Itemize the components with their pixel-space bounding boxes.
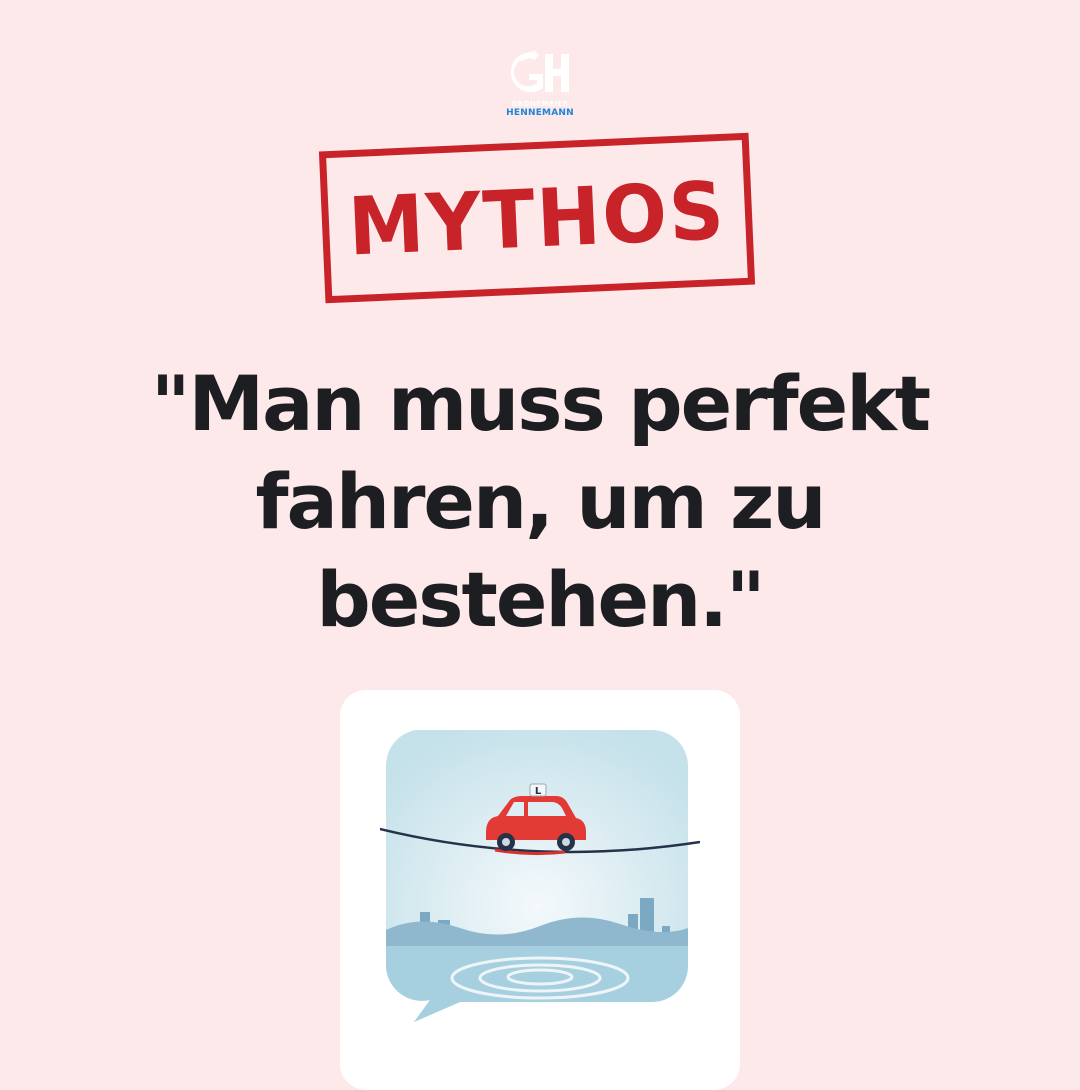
illustration-card: L: [340, 690, 740, 1090]
quote-line-3: bestehen.": [316, 555, 765, 644]
tightrope-car-illustration: L: [380, 730, 700, 1022]
quote-line-2: fahren, um zu: [255, 457, 826, 546]
quote-line-1: "Man muss perfekt: [150, 359, 931, 448]
myth-quote: "Man muss perfekt fahren, um zu bestehen…: [100, 355, 980, 649]
mythos-stamp: MYTHOS: [318, 132, 756, 304]
learner-sign: L: [535, 786, 542, 797]
logo-line-2: HENNEMANN: [506, 108, 574, 118]
logo-line-1: GRONEMEIER: [511, 100, 569, 108]
stamp-label: MYTHOS: [346, 163, 728, 273]
gh-monogram-icon: [510, 50, 569, 93]
brand-logo: GRONEMEIER HENNEMANN: [490, 48, 590, 126]
